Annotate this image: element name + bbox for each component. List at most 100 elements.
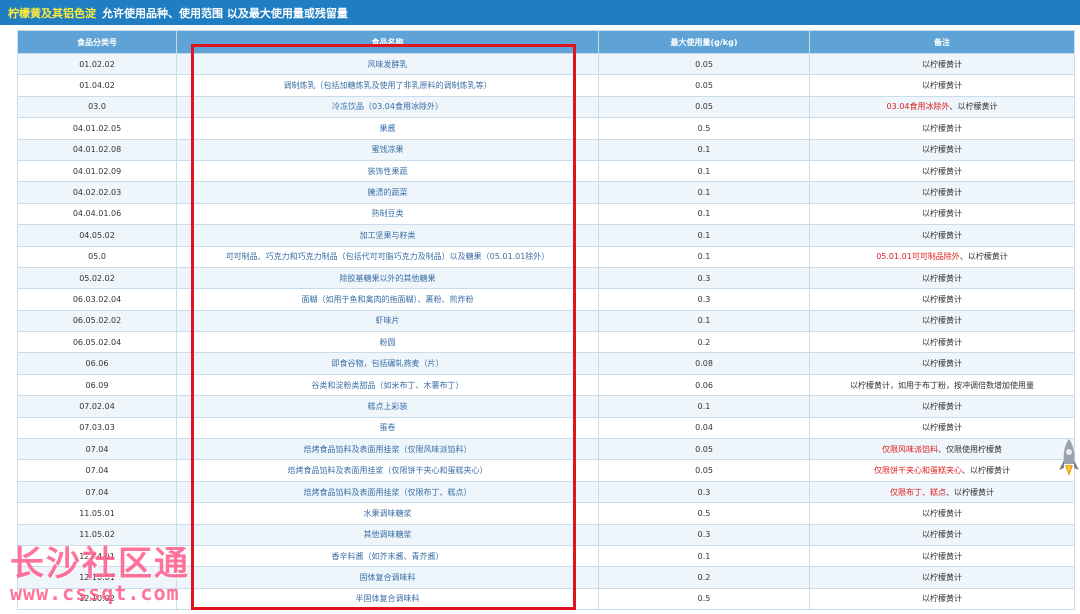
cell-max-usage: 0.05 — [598, 438, 810, 461]
cell-note: 03.04食用冰除外、以柠檬黄计 — [809, 95, 1075, 119]
cell-note: 以柠檬黄计 — [809, 159, 1075, 183]
table-row: 04.01.02.09 装饰性果蔬 0.1 以柠檬黄计 — [17, 159, 1075, 183]
table-header-row: 食品分类号 食品名称 最大使用量(g/kg) 备注 — [17, 30, 1075, 54]
cell-code: 06.03.02.04 — [17, 288, 177, 311]
cell-food-name: 固体复合调味料 — [176, 566, 599, 589]
table-row: 01.02.02 风味发酵乳 0.05 以柠檬黄计 — [17, 52, 1075, 76]
note-text: 、以柠檬黄计 — [949, 102, 998, 112]
table-row: 06.05.02.04 粉圆 0.2 以柠檬黄计 — [17, 331, 1075, 354]
cell-code: 05.02.02 — [17, 266, 177, 290]
cell-code: 07.04 — [17, 438, 177, 461]
cell-food-name: 焙烤食品馅料及表面用挂浆（仅限布丁、糕点） — [176, 480, 599, 504]
cell-food-name: 果酱 — [176, 117, 599, 140]
cell-food-name: 半固体复合调味料 — [176, 587, 599, 611]
note-text: 以柠檬黄计 — [922, 166, 962, 176]
additive-usage-table: 食品分类号 食品名称 最大使用量(g/kg) 备注 01.02.02 风味发酵乳 0… — [17, 30, 1075, 611]
cell-note: 以柠檬黄计 — [809, 309, 1075, 333]
note-text: 、以柠檬黄计 — [946, 487, 994, 497]
cell-max-usage: 0.1 — [598, 224, 810, 247]
cell-food-name: 即食谷物，包括碾轧燕麦（片） — [176, 352, 599, 375]
cell-max-usage: 0.1 — [598, 138, 810, 161]
note-text: 以柠檬黄计 — [922, 594, 962, 604]
watermark: 长沙社区通 www.cssqt.com — [10, 536, 190, 605]
cell-food-name: 风味发酵乳 — [176, 52, 599, 76]
watermark-name: 长沙社区通 — [10, 544, 190, 584]
cell-code: 07.04 — [17, 480, 177, 504]
note-text: 以柠檬黄计 — [922, 145, 962, 155]
cell-note: 以柠檬黄计 — [809, 331, 1075, 354]
cell-max-usage: 0.1 — [598, 202, 810, 226]
note-text: 以柠檬黄计 — [922, 423, 962, 433]
cell-max-usage: 0.05 — [598, 52, 810, 76]
cell-max-usage: 0.5 — [598, 587, 810, 611]
note-text: 以柠檬黄计 — [922, 508, 962, 518]
cell-food-name: 蜜饯凉果 — [176, 138, 599, 161]
cell-code: 04.02.02.03 — [17, 181, 177, 204]
cell-note: 以柠檬黄计 — [809, 138, 1075, 161]
cell-code: 04.01.02.09 — [17, 159, 177, 183]
cell-food-name: 可可制品、巧克力和巧克力制品（包括代可可脂巧克力及制品）以及糖果（05.01.0… — [176, 245, 599, 268]
cell-note: 以柠檬黄计 — [809, 74, 1075, 97]
cell-food-name: 蛋卷 — [176, 416, 599, 440]
note-text: 以柠檬黄计 — [922, 230, 962, 240]
column-header-note: 备注 — [809, 30, 1075, 54]
cell-max-usage: 0.2 — [598, 331, 810, 354]
cell-food-name: 腌渍的蔬菜 — [176, 181, 599, 204]
cell-food-name: 调制炼乳（包括加糖炼乳及使用了非乳原料的调制炼乳等） — [176, 74, 599, 97]
cell-max-usage: 0.2 — [598, 566, 810, 589]
cell-note: 以柠檬黄计 — [809, 587, 1075, 611]
watermark-url: www.cssqt.com — [10, 581, 180, 605]
cell-max-usage: 0.05 — [598, 459, 810, 482]
cell-note: 仅限布丁、糕点、以柠檬黄计 — [809, 480, 1075, 504]
cell-note: 以柠檬黄计 — [809, 544, 1075, 568]
cell-food-name: 粉圆 — [176, 331, 599, 354]
note-text: 以柠檬黄计 — [922, 551, 962, 561]
cell-food-name: 熟制豆类 — [176, 202, 599, 226]
note-text: 以柠檬黄计 — [922, 81, 962, 91]
table-row: 05.0 可可制品、巧克力和巧克力制品（包括代可可脂巧克力及制品）以及糖果（05.… — [17, 245, 1075, 268]
note-text: 以柠檬黄计 — [922, 123, 962, 133]
table-row: 06.06 即食谷物，包括碾轧燕麦（片） 0.08 以柠檬黄计 — [17, 352, 1075, 375]
cell-max-usage: 0.04 — [598, 416, 810, 440]
cell-food-name: 糕点上彩装 — [176, 395, 599, 418]
cell-note: 以柠檬黄计 — [809, 523, 1075, 546]
cell-max-usage: 0.05 — [598, 74, 810, 97]
cell-food-name: 香辛料酱（如芥末酱、青芥酱） — [176, 544, 599, 568]
note-restriction: 仅限饼干夹心和蛋糕夹心 — [874, 466, 962, 476]
cell-code: 07.04 — [17, 459, 177, 482]
note-text: 以柠檬黄计 — [922, 359, 962, 369]
note-text: 、仅限使用柠檬黄 — [938, 444, 1002, 454]
note-text: 以柠檬黄计 — [922, 209, 962, 219]
note-restriction: 仅限布丁、糕点 — [890, 487, 946, 497]
table-row: 05.02.02 除胶基糖果以外的其他糖果 0.3 以柠檬黄计 — [17, 266, 1075, 290]
column-header-code: 食品分类号 — [17, 30, 177, 54]
cell-food-name: 除胶基糖果以外的其他糖果 — [176, 266, 599, 290]
cell-food-name: 焙烤食品馅料及表面用挂浆（仅限饼干夹心和蛋糕夹心） — [176, 459, 599, 482]
note-restriction: 仅限风味派馅料 — [882, 444, 938, 454]
cell-code: 03.0 — [17, 95, 177, 119]
table-row: 07.03.03 蛋卷 0.04 以柠檬黄计 — [17, 416, 1075, 440]
note-text: 以柠檬黄计 — [922, 530, 962, 540]
cell-code: 04.01.02.05 — [17, 117, 177, 140]
cell-code: 01.04.02 — [17, 74, 177, 97]
table-row: 04.01.02.05 果酱 0.5 以柠檬黄计 — [17, 117, 1075, 140]
table-row: 07.02.04 糕点上彩装 0.1 以柠檬黄计 — [17, 395, 1075, 418]
cell-code: 06.06 — [17, 352, 177, 375]
cell-max-usage: 0.06 — [598, 373, 810, 397]
cell-note: 以柠檬黄计 — [809, 502, 1075, 525]
header-highlight: 柠檬黄及其铝色淀 — [8, 6, 96, 20]
cell-code: 07.02.04 — [17, 395, 177, 418]
header-title: 允许使用品种、使用范围 以及最大使用量或残留量 — [102, 6, 348, 20]
cell-food-name: 虾味片 — [176, 309, 599, 333]
rocket-icon[interactable] — [1058, 438, 1080, 484]
cell-note: 仅限风味派馅料、仅限使用柠檬黄 — [809, 438, 1075, 461]
table-row: 11.05.01 水果调味糖浆 0.5 以柠檬黄计 — [17, 502, 1075, 525]
note-text: 以柠檬黄计 — [922, 59, 962, 69]
cell-code: 04.05.02 — [17, 224, 177, 247]
cell-code: 04.04.01.06 — [17, 202, 177, 226]
note-text: 以柠檬黄计 — [922, 273, 962, 283]
cell-food-name: 装饰性果蔬 — [176, 159, 599, 183]
cell-note: 以柠檬黄计 — [809, 266, 1075, 290]
table-body: 01.02.02 风味发酵乳 0.05 以柠檬黄计 01.04.02 调制炼乳（包括加糖炼… — [17, 52, 1075, 611]
note-text: 以柠檬黄计 — [922, 401, 962, 411]
